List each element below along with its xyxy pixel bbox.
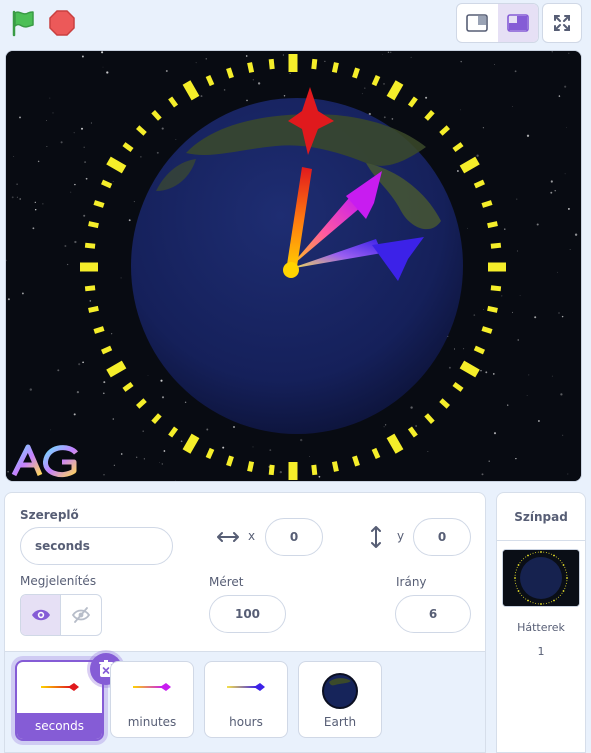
normal-stage-icon — [506, 14, 529, 32]
sprite-list: seconds minutes hours Earth — [5, 651, 485, 752]
hide-button[interactable] — [61, 595, 101, 635]
minute-tick — [490, 285, 502, 292]
backdrops-label: Hátterek — [517, 621, 565, 634]
fullscreen-icon — [554, 15, 570, 31]
minute-tick — [268, 464, 275, 476]
sprite-info-panel: Szereplő seconds x 0 y 0 Megjelenítés Mé… — [4, 492, 486, 753]
hour-tick — [288, 462, 298, 480]
x-label: x — [248, 529, 256, 543]
sprite-tile-minutes[interactable]: minutes — [110, 661, 194, 738]
stage-size-toggle — [456, 3, 539, 43]
minute-tick — [268, 58, 275, 70]
direction-label: Irány — [396, 575, 427, 589]
sprite-tile-label: hours — [229, 715, 263, 729]
sprite-name-input[interactable]: seconds — [20, 527, 173, 565]
minute-tick — [84, 285, 96, 292]
minute-tick — [490, 242, 502, 249]
green-flag-icon — [12, 10, 34, 37]
hour-tick — [80, 262, 98, 272]
stop-icon — [49, 10, 75, 36]
sprite-tile-label: Earth — [323, 715, 357, 729]
sprite-tile-earth[interactable]: Earth — [298, 661, 382, 738]
sprite-thumbnail — [111, 662, 193, 712]
minute-tick — [311, 464, 318, 476]
sprite-thumbnail — [299, 662, 381, 712]
y-input[interactable]: 0 — [413, 518, 471, 556]
eye-hidden-icon — [71, 607, 91, 623]
sprite-tile-label: seconds — [17, 713, 102, 739]
x-input[interactable]: 0 — [265, 518, 323, 556]
minute-tick — [311, 58, 318, 70]
stage-header — [0, 0, 591, 46]
visibility-toggle — [20, 594, 102, 636]
horizontal-arrows-icon — [217, 532, 239, 542]
small-stage-button[interactable] — [457, 4, 498, 42]
show-label: Megjelenítés — [20, 574, 97, 588]
direction-input[interactable]: 6 — [395, 595, 471, 633]
normal-stage-button[interactable] — [497, 4, 538, 42]
stage-selector-panel: Színpad Hátterek 1 — [496, 492, 586, 753]
vertical-arrows-icon — [371, 526, 381, 548]
stage-thumbnail[interactable] — [502, 549, 580, 607]
size-input[interactable]: 100 — [209, 595, 286, 633]
hour-tick — [488, 262, 506, 272]
green-flag-button[interactable] — [9, 9, 37, 37]
small-stage-icon — [466, 14, 489, 32]
minute-tick — [84, 242, 96, 249]
hour-tick — [288, 54, 298, 72]
sprite-tile-hours[interactable]: hours — [204, 661, 288, 738]
show-button[interactable] — [21, 595, 62, 635]
size-label: Méret — [209, 575, 244, 589]
stage-canvas[interactable]: AG — [5, 50, 582, 482]
sprite-tile-label: minutes — [127, 715, 177, 729]
sprite-tile-seconds[interactable]: seconds — [15, 653, 122, 741]
backdrops-count: 1 — [537, 645, 545, 658]
y-label: y — [397, 529, 405, 543]
sprite-thumbnail — [205, 662, 287, 712]
fullscreen-button[interactable] — [542, 3, 582, 43]
sprite-label: Szereplő — [20, 508, 79, 522]
stop-button[interactable] — [48, 9, 76, 37]
stage-panel-title: Színpad — [497, 493, 585, 541]
eye-icon — [31, 609, 50, 621]
